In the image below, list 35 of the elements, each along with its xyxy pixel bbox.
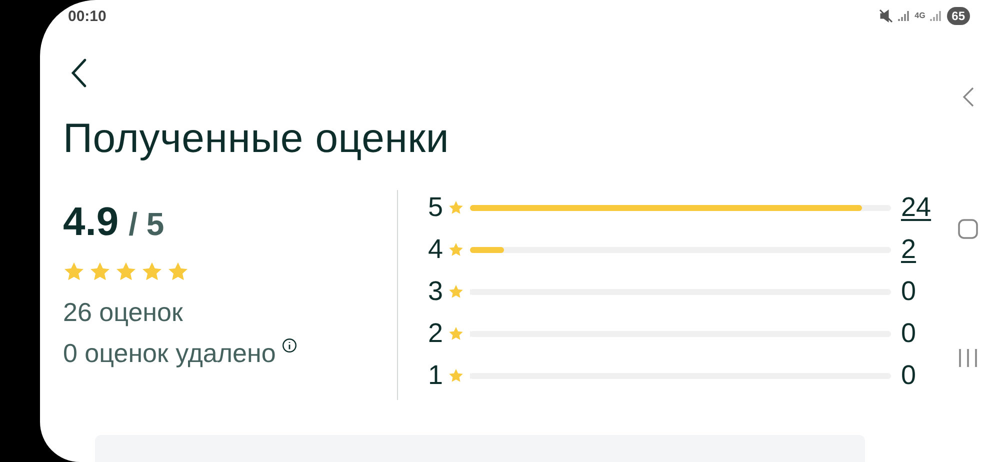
- grade-label: 1: [428, 360, 444, 392]
- star-icon: [167, 260, 189, 283]
- battery-level: 65: [946, 7, 970, 26]
- info-icon[interactable]: [282, 338, 297, 353]
- star-icon: [448, 242, 464, 258]
- recents-nav-button[interactable]: [956, 348, 978, 368]
- grade-label: 5: [428, 192, 444, 224]
- muted-speaker-icon: [878, 9, 893, 24]
- signal-icon: [930, 10, 942, 22]
- grade-label: 4: [428, 234, 444, 266]
- count-value: 0: [901, 276, 918, 308]
- status-time: 00:10: [68, 8, 106, 25]
- grade-label: 2: [428, 318, 444, 350]
- star-icon: [448, 284, 464, 300]
- average-score: 4.9: [63, 200, 119, 245]
- star-icon: [448, 368, 464, 384]
- signal-icon: [898, 10, 910, 22]
- ratings-count: 26 оценок: [63, 296, 184, 328]
- count-value: 0: [901, 318, 918, 350]
- page-title: Полученные оценки: [63, 114, 450, 162]
- count-link[interactable]: 2: [901, 234, 935, 266]
- star-icon: [89, 260, 111, 283]
- star-icon: [141, 260, 163, 283]
- removed-count: 0 оценок удалено: [63, 338, 276, 369]
- grade-label: 3: [428, 276, 444, 308]
- max-score: / 5: [128, 206, 164, 243]
- star-icon: [115, 260, 137, 283]
- network-type: 4G: [914, 12, 925, 20]
- count-value: 0: [901, 360, 918, 392]
- star-icon: [448, 326, 464, 342]
- count-link[interactable]: 24: [901, 192, 935, 224]
- home-nav-button[interactable]: [956, 218, 978, 240]
- star-icon: [63, 260, 85, 283]
- star-icon: [448, 200, 464, 216]
- back-nav-button[interactable]: [960, 86, 974, 108]
